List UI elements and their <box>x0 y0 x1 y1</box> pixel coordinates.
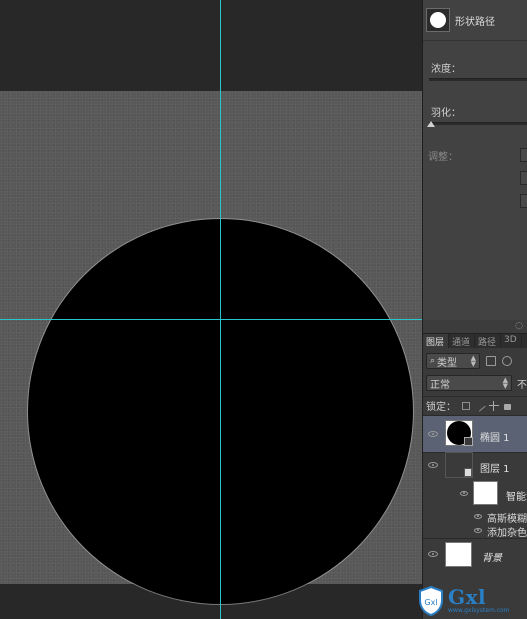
blend-mode-dropdown[interactable]: 正常 ▲ ▼ <box>426 375 512 391</box>
visibility-eye-icon[interactable] <box>428 551 438 557</box>
feather-slider-thumb[interactable] <box>427 121 435 127</box>
filter-row-noise[interactable]: 添加杂色 <box>423 524 527 539</box>
density-slider[interactable] <box>429 78 527 81</box>
right-panel: 形状路径 浓度： 羽化： 调整： ◌ 图层 通道 路径 3D ⌕ 类型 ▲▼ <box>422 0 527 619</box>
visibility-eye-icon[interactable] <box>428 431 438 437</box>
layer-name: 椭圆 1 <box>480 433 510 444</box>
lock-transparency-icon[interactable] <box>462 401 470 410</box>
adjust-button-3[interactable] <box>520 194 527 208</box>
canvas-area[interactable] <box>0 0 422 619</box>
watermark-brand: Gxl <box>448 584 487 609</box>
smart-filters-label: 智能滤 <box>506 492 527 503</box>
visibility-eye-icon[interactable] <box>460 491 468 496</box>
shape-path-icon[interactable] <box>426 8 450 32</box>
layer-name: 图层 1 <box>480 464 510 475</box>
filter-name: 高斯模糊 <box>487 514 527 525</box>
chevron-updown-icon: ▲ ▼ <box>502 376 508 390</box>
lock-label: 锁定： <box>426 402 456 413</box>
watermark-domain: www.gxlsystem.com <box>448 606 510 614</box>
filter-mask-thumbnail <box>473 481 498 505</box>
adjustment-filter-icon[interactable] <box>502 356 512 366</box>
site-watermark: Gxl Gxl www.gxlsystem.com <box>418 582 527 619</box>
visibility-eye-icon[interactable] <box>428 462 438 468</box>
tab-layers[interactable]: 图层 <box>423 334 450 348</box>
panel-collapse-icon[interactable]: ◌ <box>515 321 523 331</box>
blend-row: 正常 ▲ ▼ 不 <box>423 372 527 394</box>
svg-text:Gxl: Gxl <box>424 598 437 607</box>
filter-kind-dropdown[interactable]: ⌕ 类型 ▲ ▼ <box>426 353 480 369</box>
properties-panel: 形状路径 浓度： 羽化： 调整： <box>423 0 527 320</box>
blend-mode-value: 正常 <box>430 379 450 391</box>
opacity-label: 不 <box>517 379 527 391</box>
layer-thumbnail <box>445 420 473 446</box>
visibility-eye-icon[interactable] <box>474 514 482 519</box>
tab-3d[interactable]: 3D <box>501 334 522 348</box>
lock-all-icon[interactable] <box>504 403 511 410</box>
smart-filters-row[interactable]: 智能滤 <box>423 477 527 511</box>
chevron-updown-icon: ▲ ▼ <box>470 354 476 368</box>
layer-row-layer1[interactable]: 图层 1 <box>423 452 527 478</box>
adjust-button-2[interactable] <box>520 171 527 185</box>
properties-header: 形状路径 <box>426 8 495 32</box>
filter-name: 添加杂色 <box>487 528 527 539</box>
layer-thumbnail <box>445 542 472 567</box>
lock-pixels-icon[interactable] <box>474 399 486 412</box>
layer-thumbnail <box>445 452 473 478</box>
vertical-guide[interactable] <box>220 0 221 619</box>
tab-paths[interactable]: 路径 <box>475 334 502 348</box>
visibility-eye-icon[interactable] <box>474 528 482 533</box>
horizontal-guide[interactable] <box>0 319 422 320</box>
adjust-button-1[interactable] <box>520 148 527 162</box>
layer-row-ellipse[interactable]: 椭圆 1 <box>423 415 527 452</box>
layers-tabs: 图层 通道 路径 3D <box>423 334 527 348</box>
tab-channels[interactable]: 通道 <box>449 334 476 348</box>
lock-position-icon[interactable] <box>489 400 499 411</box>
search-icon: ⌕ <box>430 356 436 366</box>
filter-row: ⌕ 类型 ▲ ▼ <box>423 350 527 372</box>
document-canvas[interactable] <box>0 91 422 604</box>
adjust-label: 调整： <box>428 152 458 163</box>
layer-row-background[interactable]: 背景 <box>423 538 527 570</box>
divider <box>423 40 527 41</box>
feather-label: 羽化： <box>431 108 461 119</box>
smart-object-icon <box>464 468 472 477</box>
filter-row-gaussian[interactable]: 高斯模糊 <box>423 510 527 525</box>
filter-kind-value: 类型 <box>437 357 458 369</box>
layers-panel: 图层 通道 路径 3D ⌕ 类型 ▲ ▼ 正常 ▲ ▼ 不 锁定： 椭圆 1 图… <box>423 333 527 619</box>
layer-name: 背景 <box>482 553 502 564</box>
image-filter-icon[interactable] <box>486 356 496 366</box>
feather-slider[interactable] <box>429 122 527 125</box>
lock-row: 锁定： <box>423 396 527 414</box>
shield-logo-icon: Gxl <box>418 585 444 616</box>
density-label: 浓度： <box>431 64 461 75</box>
properties-title: 形状路径 <box>455 16 495 28</box>
vector-mask-icon <box>464 437 473 446</box>
